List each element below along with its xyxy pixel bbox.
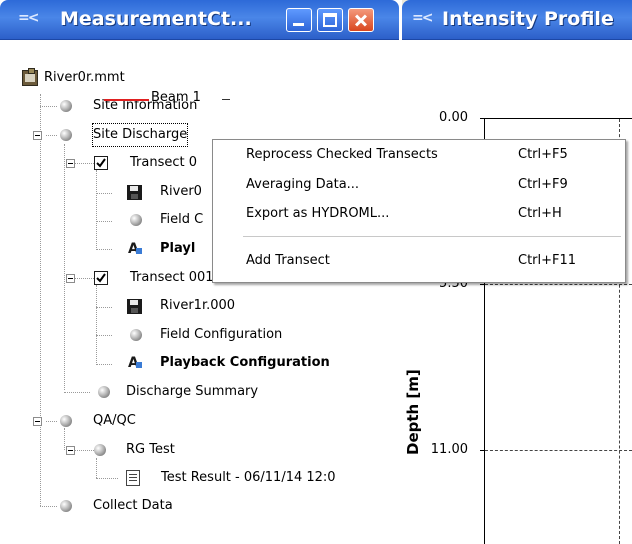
tree-item-label: Transect 0 <box>130 155 197 170</box>
tree-item-label: Playback Configuration <box>160 355 330 370</box>
menu-separator <box>243 236 621 237</box>
tree-line <box>40 506 57 507</box>
tree-item-label: Field C <box>160 212 204 227</box>
menu-item-label: Export as HYDROML... <box>246 206 390 221</box>
minimize-button[interactable] <box>286 8 312 32</box>
playback-config-icon: A <box>128 352 142 374</box>
sphere-icon <box>60 415 72 427</box>
tree-item-label: Transect 001 <box>130 270 214 285</box>
sphere-icon <box>130 329 142 341</box>
tree-line <box>72 163 94 164</box>
legend-beam1-line <box>104 99 149 101</box>
tree-line <box>96 170 97 250</box>
tree-line <box>96 285 97 365</box>
menu-item-shortcut: Ctrl+F11 <box>518 253 577 268</box>
plot-frame-top <box>484 118 632 119</box>
menu-item-reprocess-checked-transects[interactable]: Reprocess Checked Transects Ctrl+F5 <box>213 143 625 167</box>
pin-icon[interactable]: =< <box>18 10 40 26</box>
collapse-icon[interactable] <box>66 446 75 455</box>
left-window-title: MeasurementCt... <box>60 8 252 30</box>
tree-item-label: Test Result - 06/11/14 12:0 <box>161 470 336 485</box>
tree-line <box>96 307 112 308</box>
tree-line <box>46 421 57 422</box>
collapse-icon[interactable] <box>33 131 42 140</box>
ytick-label: 0.00 <box>439 110 468 125</box>
tree-item-label: Discharge Summary <box>126 384 259 399</box>
menu-item-shortcut: Ctrl+F5 <box>518 147 568 162</box>
tree-line <box>96 221 112 222</box>
tree-line <box>46 135 57 136</box>
tree-item-label: Collect Data <box>93 498 173 513</box>
tree-item-label: RG Test <box>126 442 175 457</box>
sphere-icon <box>60 129 72 141</box>
tree-item-label: Playl <box>160 241 196 256</box>
tree-line <box>64 144 65 390</box>
tree-line <box>96 249 112 250</box>
pin-icon[interactable]: =< <box>412 10 434 26</box>
document-icon <box>126 470 140 486</box>
collapse-icon[interactable] <box>33 417 42 426</box>
maximize-button[interactable] <box>317 8 343 32</box>
tree-line <box>96 193 112 194</box>
legend-next-series-line <box>222 99 230 100</box>
tree-line <box>40 106 57 107</box>
tree-root-label: River0r.mmt <box>44 70 125 85</box>
tree-line <box>40 94 41 506</box>
menu-item-export-hydroml[interactable]: Export as HYDROML... Ctrl+H <box>213 202 625 226</box>
sphere-icon <box>98 386 110 398</box>
sphere-icon <box>60 500 72 512</box>
sphere-icon <box>130 214 142 226</box>
y-axis-label: Depth [m] <box>404 369 422 455</box>
right-titlebar[interactable]: =< Intensity Profile <box>402 0 632 40</box>
menu-item-averaging-data[interactable]: Averaging Data... Ctrl+F9 <box>213 173 625 197</box>
menu-item-shortcut: Ctrl+H <box>518 206 562 221</box>
tree-line <box>96 478 118 479</box>
left-titlebar[interactable]: =< MeasurementCt... <box>0 0 399 40</box>
tree-line <box>64 392 90 393</box>
ytick-mark <box>480 118 485 119</box>
grid-line-horizontal <box>485 284 632 285</box>
floppy-disk-icon <box>127 299 142 314</box>
transect-checkbox[interactable] <box>94 156 108 170</box>
tree-item-label: River0 <box>160 184 202 199</box>
grid-line-horizontal <box>485 450 632 451</box>
sphere-icon <box>94 444 106 456</box>
legend-beam1-label: Beam 1 <box>151 90 201 105</box>
measurement-tree: River0r.mmt Site Information Site Discha… <box>0 40 399 544</box>
tree-item-label: QA/QC <box>93 413 136 428</box>
tree-line <box>96 364 112 365</box>
tree-line <box>72 450 94 451</box>
transect-checkbox[interactable] <box>94 271 108 285</box>
playback-config-icon: A <box>128 238 142 260</box>
tree-line <box>96 458 97 478</box>
context-menu: Reprocess Checked Transects Ctrl+F5 Aver… <box>212 139 626 283</box>
menu-item-label: Averaging Data... <box>246 177 360 192</box>
sphere-icon <box>60 100 72 112</box>
collapse-icon[interactable] <box>66 274 75 283</box>
measurement-file-icon <box>22 68 38 86</box>
tree-line <box>64 428 65 450</box>
close-button[interactable] <box>348 8 374 32</box>
tree-item-label: Site Discharge <box>91 123 189 147</box>
tree-line <box>72 278 94 279</box>
menu-item-shortcut: Ctrl+F9 <box>518 177 568 192</box>
menu-item-label: Reprocess Checked Transects <box>246 147 438 162</box>
menu-item-label: Add Transect <box>246 253 330 268</box>
tree-line <box>96 335 112 336</box>
floppy-disk-icon <box>127 185 142 200</box>
tree-item-label: Field Configuration <box>160 327 283 342</box>
right-window-title: Intensity Profile <box>442 8 614 30</box>
menu-item-add-transect[interactable]: Add Transect Ctrl+F11 <box>213 249 625 273</box>
tree-item-label: River1r.000 <box>160 298 236 313</box>
collapse-icon[interactable] <box>66 159 75 168</box>
